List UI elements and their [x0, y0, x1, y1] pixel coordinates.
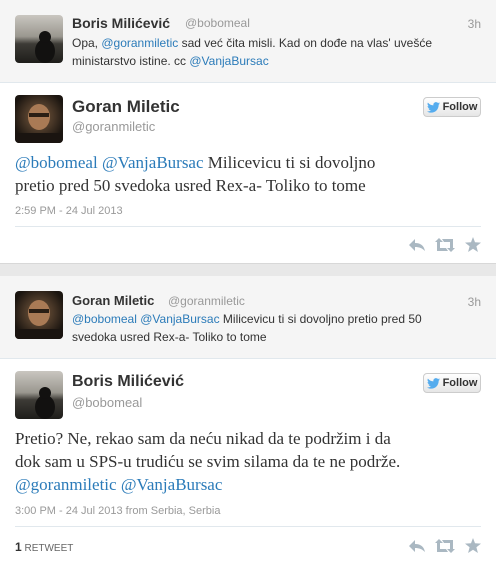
- tweet-compact-2: Goran Miletic @goranmiletic 3h @bobomeal…: [0, 276, 496, 358]
- mention-link[interactable]: @VanjaBursac: [189, 54, 268, 68]
- mention-link[interactable]: @bobomeal: [72, 312, 137, 326]
- retweet-icon[interactable]: [435, 539, 455, 553]
- reply-icon[interactable]: [408, 539, 426, 553]
- retweet-stats[interactable]: 1 RETWEET: [15, 540, 73, 554]
- tweet-text-line-2: ministarstvo istine. cc @VanjaBursac: [72, 52, 432, 70]
- text-segment: Milicevicu ti si dovoljno pretio pred 50: [219, 312, 422, 326]
- section-gap: [0, 263, 496, 276]
- avatar[interactable]: [15, 15, 63, 63]
- tweet-compact-1: Boris Milićević @bobomeal 3h Opa, @goran…: [0, 0, 496, 82]
- avatar-silhouette: [35, 31, 55, 63]
- text-segment: sad već čita misli. Kad on dođe na vlas'…: [178, 36, 432, 50]
- avatar[interactable]: [15, 371, 63, 419]
- author-name[interactable]: Boris Milićević: [72, 15, 170, 31]
- avatar[interactable]: [15, 291, 63, 339]
- mention-link[interactable]: @VanjaBursac: [140, 312, 219, 326]
- divider: [15, 226, 481, 227]
- follow-button[interactable]: Follow: [423, 373, 481, 393]
- twitter-bird-icon: [426, 101, 440, 113]
- tweet-text: Opa, @goranmiletic sad već čita misli. K…: [72, 34, 432, 70]
- tweet-text-line-2: dok sam u SPS-u trudiću se svim silama d…: [15, 452, 401, 471]
- tweet-timestamp[interactable]: 2:59 PM - 24 Jul 2013: [15, 205, 123, 217]
- tweet-text-line-2: pretio pred 50 svedoka usred Rex-a- Toli…: [15, 176, 366, 195]
- follow-label: Follow: [442, 101, 478, 113]
- tweet-text-line-2: svedoka usred Rex-a- Toliko to tome: [72, 330, 267, 344]
- author-handle[interactable]: @bobomeal: [185, 16, 250, 30]
- mention-link[interactable]: @VanjaBursac: [121, 475, 223, 494]
- avatar-face: [15, 300, 63, 339]
- twitter-bird-icon: [426, 377, 440, 389]
- mention-link[interactable]: @bobomeal: [15, 153, 98, 172]
- retweet-stats-label: RETWEET: [24, 543, 74, 554]
- author-handle[interactable]: @goranmiletic: [168, 294, 245, 308]
- tweet-expanded-1: Goran Miletic @goranmiletic Follow @bobo…: [0, 83, 496, 263]
- mention-link[interactable]: @goranmiletic: [101, 36, 178, 50]
- avatar-silhouette: [35, 387, 55, 419]
- tweet-time[interactable]: 3h: [468, 295, 481, 309]
- tweet-time[interactable]: 3h: [468, 17, 481, 31]
- follow-label: Follow: [442, 377, 478, 389]
- author-handle[interactable]: @bobomeal: [72, 395, 142, 410]
- text-segment: Opa,: [72, 36, 102, 50]
- tweet-text-line-1: Pretio? Ne, rekao sam da neću nikad da t…: [15, 429, 391, 448]
- tweet-text: @bobomeal @VanjaBursac Milicevicu ti si …: [15, 151, 485, 197]
- avatar-face: [15, 104, 63, 143]
- tweet-text: @bobomeal @VanjaBursac Milicevicu ti si …: [72, 310, 422, 346]
- text-segment: ministarstvo istine. cc: [72, 54, 190, 68]
- mention-link[interactable]: @VanjaBursac: [102, 153, 204, 172]
- author-handle[interactable]: @goranmiletic: [72, 119, 155, 134]
- mention-link[interactable]: @goranmiletic: [15, 475, 117, 494]
- tweet-timestamp[interactable]: 3:00 PM - 24 Jul 2013 from Serbia, Serbi…: [15, 505, 220, 517]
- tweet-text-line-3: @goranmiletic @VanjaBursac: [15, 473, 485, 496]
- reply-icon[interactable]: [408, 238, 426, 252]
- favorite-icon[interactable]: [465, 237, 481, 252]
- favorite-icon[interactable]: [465, 538, 481, 553]
- retweet-count: 1: [15, 540, 22, 554]
- divider: [15, 526, 481, 527]
- retweet-icon[interactable]: [435, 238, 455, 252]
- author-name[interactable]: Boris Milićević: [72, 373, 184, 391]
- tweet-text: Pretio? Ne, rekao sam da neću nikad da t…: [15, 427, 485, 496]
- tweet-text-line-1: Opa, @goranmiletic sad već čita misli. K…: [72, 34, 432, 52]
- avatar[interactable]: [15, 95, 63, 143]
- author-name[interactable]: Goran Miletic: [72, 293, 154, 308]
- tweet-text-line-1: @bobomeal @VanjaBursac Milicevicu ti si …: [72, 310, 422, 328]
- text-segment: Milicevicu ti si dovoljno: [203, 153, 376, 172]
- follow-button[interactable]: Follow: [423, 97, 481, 117]
- author-name[interactable]: Goran Miletic: [72, 97, 180, 117]
- tweet-expanded-2: Boris Milićević @bobomeal Follow Pretio?…: [0, 359, 496, 563]
- tweet-text-line-1: @bobomeal @VanjaBursac Milicevicu ti si …: [15, 151, 485, 174]
